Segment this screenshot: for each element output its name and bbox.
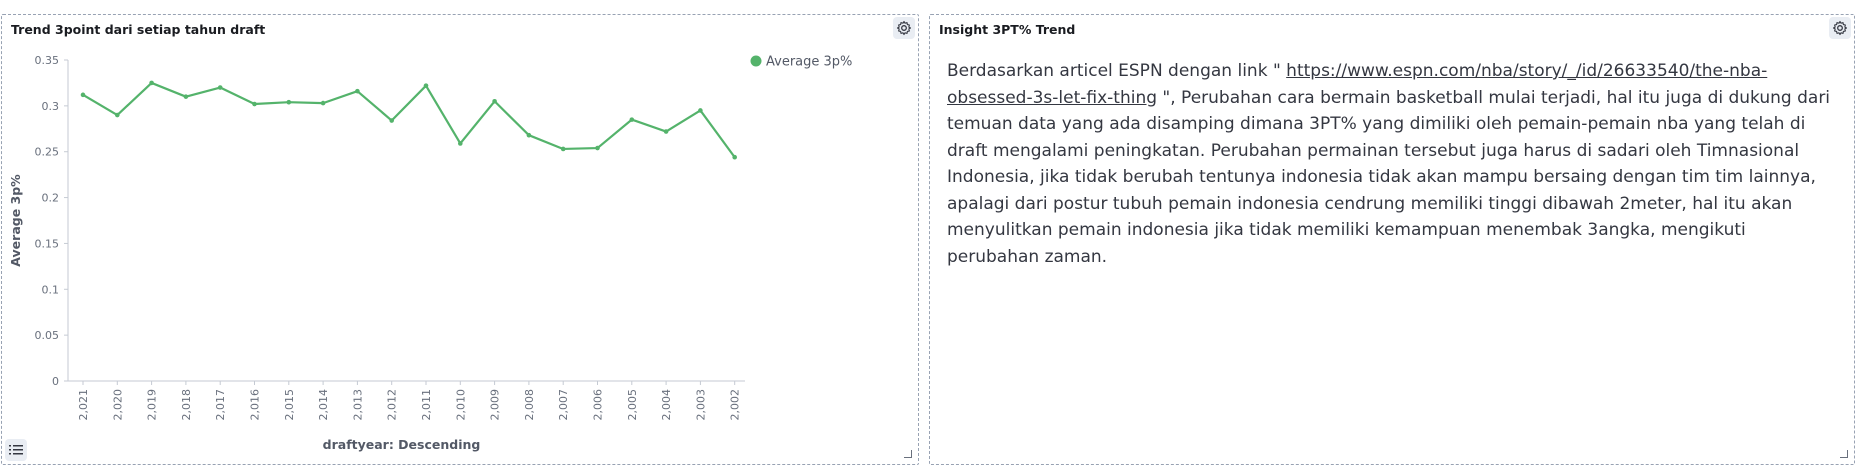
y-tick-label: 0.25 bbox=[35, 146, 60, 159]
x-tick-label: 2,004 bbox=[660, 389, 673, 421]
data-point bbox=[149, 80, 154, 86]
x-tick-label: 2,020 bbox=[111, 389, 124, 421]
chart-panel: Trend 3point dari setiap tahun draft 0 0.… bbox=[1, 14, 919, 465]
data-point bbox=[595, 145, 600, 151]
x-tick-label: 2,016 bbox=[249, 389, 262, 421]
x-tick-label: 2,008 bbox=[523, 389, 536, 421]
data-point bbox=[217, 85, 223, 90]
resize-handle[interactable] bbox=[904, 450, 912, 458]
y-tick-label: 0.35 bbox=[35, 54, 60, 67]
x-tick-label: 2,014 bbox=[317, 389, 330, 421]
data-point bbox=[698, 108, 703, 113]
x-tick-label: 2,021 bbox=[77, 389, 90, 421]
legend-label[interactable]: Average 3p% bbox=[766, 55, 852, 70]
list-icon[interactable] bbox=[5, 439, 27, 461]
data-point bbox=[732, 154, 737, 160]
x-tick-label: 2,009 bbox=[489, 389, 502, 421]
legend-marker[interactable] bbox=[750, 55, 762, 67]
x-tick-label: 2,011 bbox=[420, 389, 433, 421]
data-point bbox=[526, 132, 532, 138]
data-point bbox=[458, 141, 463, 146]
insight-panel: Insight 3PT% Trend Berdasarkan articel E… bbox=[929, 14, 1855, 465]
resize-handle[interactable] bbox=[1840, 450, 1848, 458]
y-tick-label: 0.05 bbox=[35, 329, 60, 342]
x-tick-label: 2,015 bbox=[283, 389, 296, 421]
insight-panel-title: Insight 3PT% Trend bbox=[939, 22, 1076, 37]
data-point bbox=[286, 99, 292, 105]
x-tick-label: 2,006 bbox=[592, 389, 605, 421]
data-point bbox=[355, 88, 360, 94]
insight-text-body: ", Perubahan cara bermain basketball mul… bbox=[947, 87, 1831, 267]
x-tick-label: 2,007 bbox=[557, 389, 570, 421]
x-tick-label: 2,012 bbox=[386, 389, 399, 421]
series-line bbox=[82, 81, 736, 158]
x-tick-label: 2,010 bbox=[454, 389, 467, 421]
insight-text: Berdasarkan articel ESPN dengan link " h… bbox=[947, 58, 1837, 270]
x-tick-label: 2,005 bbox=[626, 389, 639, 421]
data-point bbox=[492, 98, 497, 104]
x-tick-label: 2,002 bbox=[729, 389, 742, 421]
data-point bbox=[663, 129, 669, 134]
y-tick-label: 0.15 bbox=[35, 237, 60, 250]
y-tick-label: 0.2 bbox=[42, 192, 60, 205]
x-tick-label: 2,019 bbox=[146, 389, 159, 421]
y-tick-label: 0.1 bbox=[42, 283, 60, 296]
data-point bbox=[320, 100, 326, 106]
data-point bbox=[115, 112, 120, 118]
y-tick-label: 0 bbox=[52, 375, 59, 388]
data-point bbox=[252, 101, 257, 107]
x-tick-label: 2,018 bbox=[180, 389, 193, 421]
data-point bbox=[423, 83, 429, 88]
y-tick-label: 0.3 bbox=[42, 100, 60, 113]
x-axis-title: draftyear: Descending bbox=[323, 437, 481, 452]
data-point bbox=[560, 146, 566, 152]
x-tick-label: 2,003 bbox=[694, 389, 707, 421]
data-point bbox=[629, 117, 635, 122]
y-axis-title: Average 3p% bbox=[8, 174, 23, 267]
data-point bbox=[80, 92, 86, 98]
data-point bbox=[389, 118, 395, 123]
gear-icon[interactable] bbox=[1829, 17, 1851, 39]
x-tick-label: 2,017 bbox=[214, 389, 227, 421]
line-chart: 0 0.05 0.1 0.15 0.2 0.25 0.3 0.35 2,021 2,020 2,01… bbox=[8, 54, 852, 452]
insight-text-intro: Berdasarkan articel ESPN dengan link " bbox=[947, 61, 1287, 81]
x-tick-label: 2,013 bbox=[351, 389, 364, 421]
data-point bbox=[183, 94, 189, 99]
